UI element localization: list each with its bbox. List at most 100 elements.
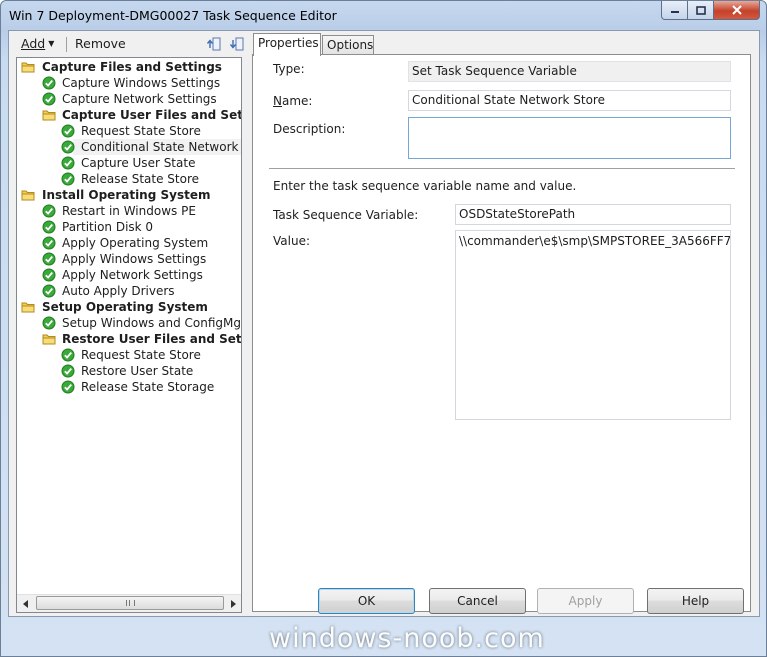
tree-item-label: Capture Files and Settings	[42, 60, 222, 74]
tree-step[interactable]: Restart in Windows PE	[17, 203, 241, 219]
check-icon	[61, 172, 75, 186]
cancel-button[interactable]: Cancel	[429, 588, 526, 614]
type-label: Type:	[273, 62, 305, 76]
type-field: Set Task Sequence Variable	[408, 61, 731, 82]
instruction-text: Enter the task sequence variable name an…	[273, 179, 577, 193]
tree-item-label: Release State Storage	[81, 380, 215, 394]
tree-item-label: Setup Operating System	[42, 300, 208, 314]
folder-icon	[21, 188, 35, 202]
tree-step[interactable]: Conditional State Network Store	[17, 139, 241, 155]
tree-item-label: Setup Windows and ConfigMgr	[62, 316, 241, 330]
check-icon	[61, 364, 75, 378]
tree-step[interactable]: Capture Windows Settings	[17, 75, 241, 91]
tree-step[interactable]: Apply Windows Settings	[17, 251, 241, 267]
title-bar[interactable]: Win 7 Deployment-DMG00027 Task Sequence …	[1, 1, 766, 31]
tree-toolbar: Add ▼ Remove	[15, 33, 245, 55]
task-sequence-tree[interactable]: Capture Files and Settings Capture Window…	[16, 57, 242, 613]
tree-step[interactable]: Auto Apply Drivers	[17, 283, 241, 299]
window-controls	[661, 1, 760, 20]
maximize-button[interactable]	[688, 1, 714, 20]
check-icon	[61, 156, 75, 170]
tree-item-label: Request State Store	[81, 124, 201, 138]
tree-step[interactable]: Request State Store	[17, 347, 241, 363]
description-input[interactable]	[408, 117, 731, 159]
tree-item-label: Auto Apply Drivers	[62, 284, 175, 298]
tree-step[interactable]: Capture Network Settings	[17, 91, 241, 107]
grip-icon	[125, 600, 135, 606]
tree-step[interactable]: Capture User State	[17, 155, 241, 171]
close-icon	[731, 5, 742, 15]
folder-icon	[42, 108, 56, 122]
check-icon	[61, 124, 75, 138]
check-icon	[42, 316, 56, 330]
name-label-rest: ame:	[281, 94, 313, 108]
tab-properties[interactable]: Properties	[253, 33, 321, 56]
tree-step[interactable]: Apply Operating System	[17, 235, 241, 251]
ok-button[interactable]: OK	[318, 588, 415, 614]
check-icon	[42, 76, 56, 90]
value-input[interactable]: \\commander\e$\smp\SMPSTOREE_3A566FF7$	[455, 230, 731, 420]
check-icon	[42, 268, 56, 282]
tree-step[interactable]: Release State Store	[17, 171, 241, 187]
tree-item-label: Capture Windows Settings	[62, 76, 221, 90]
task-sequence-variable-input[interactable]: OSDStateStorePath	[455, 204, 731, 225]
scroll-right-arrow-icon[interactable]	[224, 595, 241, 612]
tree-group[interactable]: Restore User Files and Settings	[17, 331, 241, 347]
folder-icon	[21, 300, 35, 314]
apply-button[interactable]: Apply	[537, 588, 634, 614]
tree-item-label: Conditional State Network Store	[81, 140, 241, 154]
tree-item-label: Capture User State	[81, 156, 196, 170]
help-button[interactable]: Help	[647, 588, 744, 614]
folder-icon	[21, 60, 35, 74]
tree-group[interactable]: Setup Operating System	[17, 299, 241, 315]
scroll-thumb[interactable]	[36, 596, 224, 610]
watermark: windows-noob.com	[269, 623, 545, 654]
check-icon	[42, 236, 56, 250]
scroll-left-arrow-icon[interactable]	[17, 595, 34, 612]
value-label: Value:	[273, 234, 310, 248]
tree-item-label: Capture Network Settings	[62, 92, 217, 106]
add-menu-button[interactable]: Add ▼	[21, 36, 54, 51]
task-sequence-variable-label: Task Sequence Variable:	[273, 208, 419, 222]
move-down-icon[interactable]	[229, 36, 245, 52]
tree-step[interactable]: Release State Storage	[17, 379, 241, 395]
tree-step[interactable]: Apply Network Settings	[17, 267, 241, 283]
folder-icon	[42, 332, 56, 346]
check-icon	[61, 140, 75, 154]
check-icon	[42, 252, 56, 266]
tree-step[interactable]: Partition Disk 0	[17, 219, 241, 235]
tree-group[interactable]: Install Operating System	[17, 187, 241, 203]
check-icon	[42, 92, 56, 106]
tree-step[interactable]: Request State Store	[17, 123, 241, 139]
minimize-button[interactable]	[661, 1, 688, 20]
tree-group[interactable]: Capture Files and Settings	[17, 59, 241, 75]
tree-item-label: Install Operating System	[42, 188, 211, 202]
tree-step[interactable]: Setup Windows and ConfigMgr	[17, 315, 241, 331]
horizontal-scrollbar[interactable]	[17, 594, 241, 612]
properties-panel: Type: Set Task Sequence Variable Name: C…	[252, 54, 751, 612]
check-icon	[61, 380, 75, 394]
tree-item-label: Partition Disk 0	[62, 220, 154, 234]
move-up-icon[interactable]	[206, 36, 222, 52]
minimize-icon	[670, 11, 679, 13]
tree-item-label: Request State Store	[81, 348, 201, 362]
check-icon	[42, 220, 56, 234]
tree-items: Capture Files and Settings Capture Window…	[17, 59, 241, 395]
tree-item-label: Restore User State	[81, 364, 194, 378]
close-button[interactable]	[714, 1, 760, 20]
name-label: Name:	[273, 94, 313, 108]
tree-item-label: Release State Store	[81, 172, 199, 186]
dropdown-arrow-icon: ▼	[48, 39, 55, 48]
tree-step[interactable]: Restore User State	[17, 363, 241, 379]
remove-button[interactable]: Remove	[75, 36, 126, 51]
tree-item-label: Restart in Windows PE	[62, 204, 196, 218]
description-label: Description:	[273, 122, 346, 136]
maximize-icon	[695, 5, 706, 15]
tree-item-label: Apply Windows Settings	[62, 252, 207, 266]
window-title: Win 7 Deployment-DMG00027 Task Sequence …	[9, 8, 337, 23]
tab-options[interactable]: Options	[322, 35, 374, 54]
tree-group[interactable]: Capture User Files and Settings	[17, 107, 241, 123]
toolbar-separator	[66, 37, 67, 52]
add-label: Add	[21, 36, 46, 51]
name-input[interactable]: Conditional State Network Store	[408, 90, 731, 111]
